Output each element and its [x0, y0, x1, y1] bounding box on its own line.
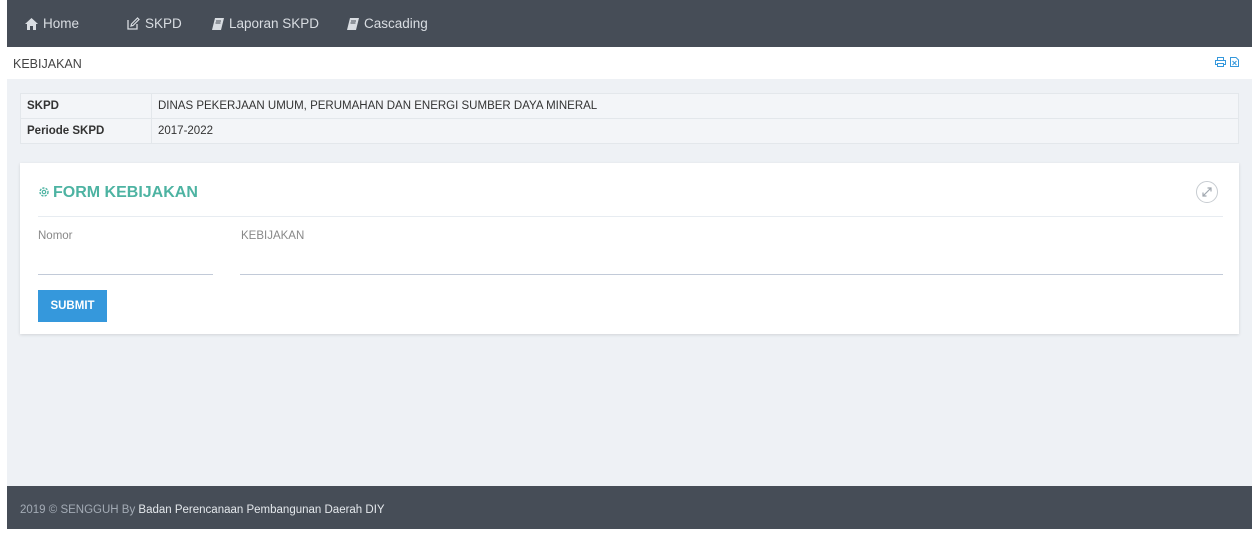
table-row: SKPD DINAS PEKERJAAN UMUM, PERUMAHAN DAN… — [20, 93, 1239, 119]
top-navbar: Home SKPD Laporan SKPD Cascading — [7, 0, 1252, 47]
page-title-bar: KEBIJAKAN — [7, 47, 1252, 79]
info-value: 2017-2022 — [151, 118, 1239, 144]
footer-link[interactable]: Badan Perencanaan Pembangunan Daerah DIY — [138, 504, 384, 516]
nav-item-label: Home — [43, 16, 80, 31]
info-value: DINAS PEKERJAAN UMUM, PERUMAHAN DAN ENER… — [151, 93, 1239, 119]
home-icon — [25, 18, 38, 30]
kebijakan-field[interactable] — [240, 255, 1223, 273]
expand-button[interactable] — [1196, 181, 1218, 203]
table-row: Periode SKPD 2017-2022 — [20, 118, 1239, 144]
card-divider — [38, 216, 1223, 217]
submit-button[interactable]: SUBMIT — [38, 290, 107, 322]
excel-export-icon[interactable] — [1230, 57, 1239, 67]
form-card: FORM KEBIJAKAN Nomor KEBIJAKAN SUBMIT — [20, 163, 1239, 334]
nav-item-label: SKPD — [145, 16, 182, 31]
nav-item-laporan-skpd[interactable]: Laporan SKPD — [212, 0, 319, 47]
form-title: FORM KEBIJAKAN — [38, 184, 198, 202]
form-title-label: FORM KEBIJAKAN — [53, 184, 198, 201]
footer: 2019 © SENGGUH By Badan Perencanaan Pemb… — [7, 486, 1252, 529]
page-title: KEBIJAKAN — [13, 57, 82, 71]
kebijakan-label: KEBIJAKAN — [241, 230, 305, 242]
print-icon[interactable] — [1215, 57, 1226, 67]
edit-icon — [127, 17, 140, 30]
expand-icon — [1202, 187, 1212, 197]
nav-item-label: Laporan SKPD — [229, 16, 320, 31]
info-label: Periode SKPD — [20, 118, 152, 144]
kebijakan-field-underline — [240, 274, 1223, 275]
book-icon — [347, 18, 359, 30]
app-container: Home SKPD Laporan SKPD Cascading KEBIJAK… — [7, 0, 1252, 529]
book-icon — [212, 18, 224, 30]
nomor-label: Nomor — [38, 230, 73, 242]
nomor-field-underline — [38, 274, 213, 275]
footer-copyright: 2019 © SENGGUH By — [20, 504, 136, 516]
nav-item-cascading[interactable]: Cascading — [347, 0, 428, 47]
info-label: SKPD — [20, 93, 152, 119]
nav-item-label: Cascading — [364, 16, 428, 31]
nav-item-home[interactable]: Home — [25, 0, 79, 47]
gear-icon — [39, 187, 49, 197]
skpd-info-table: SKPD DINAS PEKERJAAN UMUM, PERUMAHAN DAN… — [20, 93, 1239, 144]
nav-item-skpd[interactable]: SKPD — [127, 0, 182, 47]
footer-text: 2019 © SENGGUH By Badan Perencanaan Pemb… — [20, 486, 385, 534]
nomor-field[interactable] — [38, 255, 213, 273]
